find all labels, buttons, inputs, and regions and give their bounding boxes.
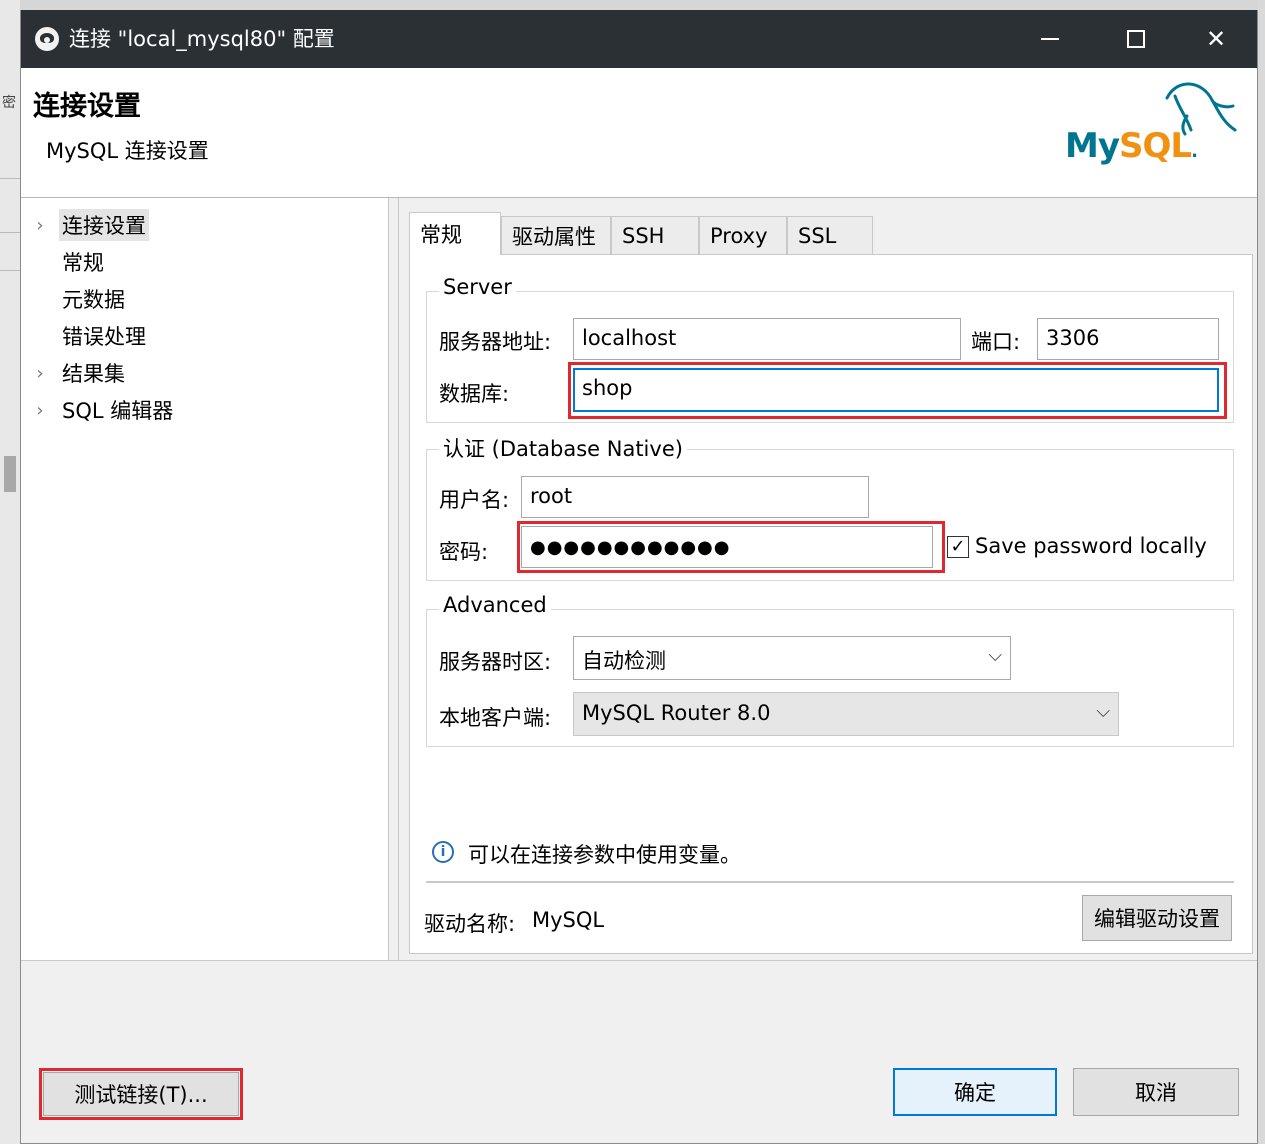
nav-item-sql-editor[interactable]: › SQL 编辑器 [21, 393, 176, 427]
database-label: 数据库: [439, 382, 510, 406]
host-input[interactable]: localhost [573, 318, 961, 360]
tab-proxy[interactable]: Proxy [699, 216, 787, 254]
tab-content-general: Server 服务器地址: localhost 端口: 3306 数据库: sh… [409, 254, 1253, 954]
background-text-fragment: 密 [2, 95, 16, 111]
server-group-title: Server [439, 275, 516, 299]
checkmark-icon: ✓ [950, 536, 966, 557]
nav-item-connection-settings[interactable]: › 连接设置 [21, 208, 149, 242]
nav-item-result-sets[interactable]: › 结果集 [21, 356, 128, 390]
mysql-logo: MySQL. [1057, 78, 1247, 178]
password-label: 密码: [439, 540, 489, 564]
save-password-label[interactable]: Save password locally [975, 534, 1207, 558]
driver-name-label: 驱动名称: [424, 912, 516, 936]
minimize-button[interactable] [1007, 10, 1093, 68]
connection-config-dialog: 连接 "local_mysql80" 配置 ✕ 连接设置 MySQL 连接设置 … [20, 10, 1258, 1144]
chevron-down-icon: ⌵ [988, 645, 1002, 666]
mysql-logo-sql: SQL [1119, 126, 1192, 166]
timezone-value: 自动检测 [582, 649, 666, 673]
background-app-strip-right [1258, 0, 1265, 1144]
panel-splitter[interactable] [389, 198, 399, 960]
edit-driver-settings-button[interactable]: 编辑驱动设置 [1082, 895, 1232, 941]
mysql-logo-my: My [1065, 126, 1120, 166]
ok-button[interactable]: 确定 [893, 1068, 1057, 1116]
auth-group-title: 认证 (Database Native) [439, 433, 687, 463]
password-highlight-box [517, 521, 945, 573]
variables-hint-text: 可以在连接参数中使用变量。 [468, 843, 741, 867]
nav-item-metadata[interactable]: 元数据 [21, 282, 128, 316]
tab-driver-properties[interactable]: 驱动属性 [501, 216, 611, 254]
page-subtitle: MySQL 连接设置 [46, 139, 209, 163]
port-input[interactable]: 3306 [1037, 318, 1219, 360]
timezone-label: 服务器时区: [439, 650, 552, 674]
nav-item-general[interactable]: 常规 [21, 245, 107, 279]
chevron-right-icon[interactable]: › [21, 363, 59, 384]
local-client-select[interactable]: MySQL Router 8.0 ⌵ [573, 692, 1119, 736]
minimize-icon [1041, 38, 1059, 40]
title-bar[interactable]: 连接 "local_mysql80" 配置 ✕ [21, 10, 1257, 68]
port-label: 端口: [971, 330, 1021, 354]
save-password-checkbox[interactable]: ✓ [947, 536, 969, 558]
nav-item-error-handling[interactable]: 错误处理 [21, 319, 149, 353]
test-connection-highlight-box [39, 1068, 243, 1120]
database-highlight-box [568, 362, 1227, 419]
maximize-icon [1127, 30, 1145, 48]
timezone-select[interactable]: 自动检测 ⌵ [573, 636, 1011, 680]
username-input[interactable]: root [521, 476, 869, 518]
page-title: 连接设置 [33, 91, 141, 122]
auth-group: 认证 (Database Native) 用户名: root 密码: ●●●●●… [426, 433, 1234, 581]
dbeaver-app-icon [35, 27, 59, 51]
info-separator [426, 881, 1234, 883]
nav-item-label: 连接设置 [59, 209, 149, 241]
background-divider [0, 270, 20, 271]
maximize-button[interactable] [1093, 10, 1179, 68]
window-title: 连接 "local_mysql80" 配置 [69, 27, 335, 51]
tab-general[interactable]: 常规 [409, 212, 501, 255]
close-icon: ✕ [1205, 25, 1227, 53]
chevron-right-icon[interactable]: › [21, 400, 59, 421]
background-app-strip: 密 [0, 0, 20, 1144]
footer-divider [21, 960, 1257, 961]
background-divider [0, 232, 20, 233]
settings-nav-tree: › 连接设置 常规 元数据 错误处理 › 结果集 › SQL 编辑器 [21, 198, 389, 960]
client-label: 本地客户端: [439, 706, 552, 730]
nav-item-label: SQL 编辑器 [62, 399, 174, 423]
advanced-group-title: Advanced [439, 593, 551, 617]
local-client-value: MySQL Router 8.0 [582, 701, 771, 725]
background-scrollbar [4, 456, 16, 492]
driver-name-value: MySQL [532, 908, 605, 932]
close-button[interactable]: ✕ [1173, 10, 1259, 68]
info-icon: i [432, 841, 454, 863]
settings-content: 常规 驱动属性 SSH Proxy SSL Server 服务器地址: loca… [399, 198, 1257, 960]
advanced-group: Advanced 服务器时区: 自动检测 ⌵ 本地客户端: MySQL Rout… [426, 593, 1234, 747]
nav-item-label: 结果集 [62, 362, 125, 386]
nav-item-label: 错误处理 [62, 325, 146, 349]
chevron-right-icon[interactable]: › [21, 215, 59, 236]
nav-item-label: 元数据 [62, 288, 125, 312]
mysql-logo-trademark: . [1191, 141, 1198, 162]
background-divider [0, 178, 20, 179]
host-label: 服务器地址: [439, 330, 552, 354]
tab-ssl[interactable]: SSL [787, 216, 873, 254]
username-label: 用户名: [439, 488, 510, 512]
server-group: Server 服务器地址: localhost 端口: 3306 数据库: sh… [426, 275, 1234, 423]
nav-item-label: 常规 [62, 251, 104, 275]
chevron-down-icon: ⌵ [1096, 701, 1110, 722]
cancel-button[interactable]: 取消 [1073, 1068, 1239, 1116]
tab-ssh[interactable]: SSH [611, 216, 699, 254]
mysql-logo-text: MySQL. [1065, 126, 1198, 166]
dialog-header: 连接设置 MySQL 连接设置 MySQL. [21, 68, 1257, 198]
